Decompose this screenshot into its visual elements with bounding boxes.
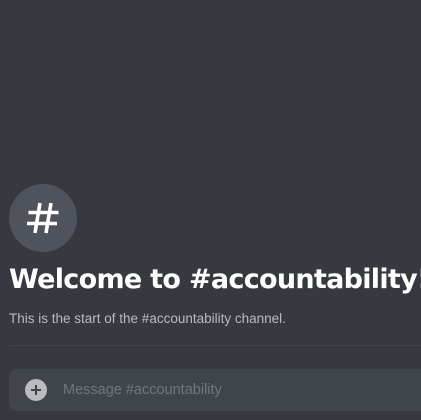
channel-welcome-subtitle: This is the start of the #accountability… — [9, 311, 286, 326]
plus-circle-icon — [31, 385, 41, 395]
channel-welcome-title: Welcome to #accountability! — [9, 264, 421, 295]
message-input[interactable] — [63, 370, 421, 410]
message-composer — [9, 369, 421, 411]
divider — [9, 345, 421, 346]
channel-hash-avatar — [9, 184, 77, 252]
attach-button[interactable] — [25, 379, 47, 401]
hash-icon — [27, 202, 59, 234]
